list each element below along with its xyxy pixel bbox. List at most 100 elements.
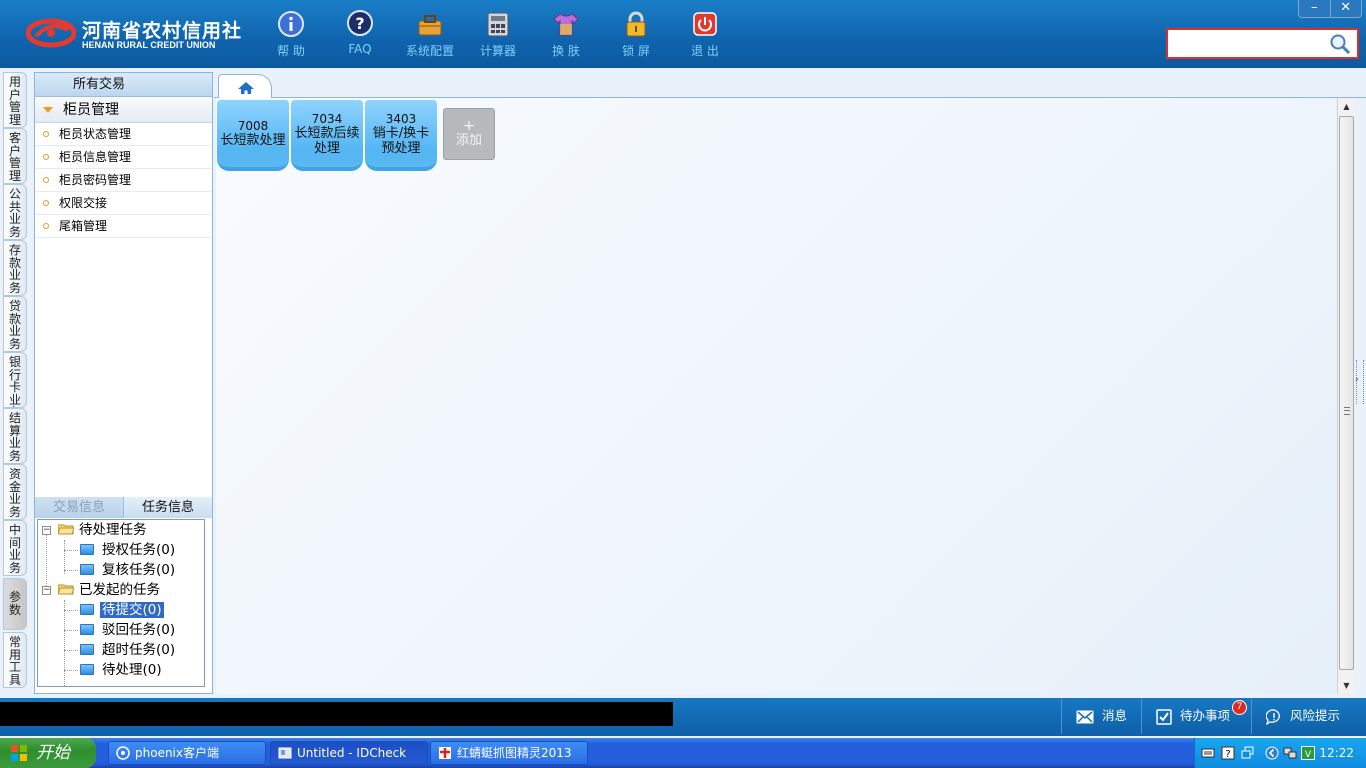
menu-item-tail-box[interactable]: 尾箱管理 [35,215,212,238]
vnav-parameters[interactable]: 参数 [3,578,27,630]
menu-item-label: 柜员密码管理 [59,173,132,187]
help-question-tray-icon[interactable]: ? [1221,746,1235,760]
calculator-label: 计算器 [479,44,516,58]
taskbar-item-label: 红蜻蜓抓图精灵2013 [457,746,572,760]
help-button[interactable]: 帮 助 [261,8,321,60]
svg-text:?: ? [355,14,364,33]
taskbar-item-idcheck[interactable]: Untitled - IDCheck [270,741,428,765]
vnav-settlement-business[interactable]: 结算业务 [3,408,27,464]
shortcut-tile-7008[interactable]: 7008 长短款处理 [217,100,289,171]
menu-item-teller-info[interactable]: 柜员信息管理 [35,146,212,169]
menu-item-permission-handover[interactable]: 权限交接 [35,192,212,215]
menu-item-label: 尾箱管理 [59,219,108,233]
teller-management-label: 柜员管理 [63,102,119,118]
tree-node-authorization-tasks[interactable]: 授权任务(0) [80,540,177,560]
tree-node-rejected-tasks[interactable]: 驳回任务(0) [80,620,177,640]
messages-button[interactable]: 消息 [1061,698,1141,734]
system-config-label: 系统配置 [405,44,454,58]
logout-label: 退 出 [691,44,719,58]
tab-home[interactable] [218,74,272,99]
tile-code: 7008 [237,119,269,133]
plus-icon: + [463,118,475,134]
teller-management-group[interactable]: 柜员管理 [35,97,212,123]
logo-chinese-name: 河南省农村信用社 [82,20,243,42]
risk-alert-button[interactable]: 风险提示 [1251,698,1366,734]
tree-node-to-process[interactable]: 待处理(0) [80,660,164,680]
tab-transaction-info[interactable]: 交易信息 [35,497,123,518]
vnav-bank-card-business[interactable]: 银行卡业务 [3,352,27,408]
faq-button[interactable]: ? FAQ [330,8,390,60]
tree-node-label: 待处理(0) [102,662,162,678]
taskbar-item-label: Untitled - IDCheck [297,746,407,760]
lock-screen-button[interactable]: 锁 屏 [606,8,666,60]
folder-open-icon [58,524,74,535]
search-input[interactable] [1172,34,1322,54]
taskbar-item-screenshot-tool[interactable]: 红蜻蜓抓图精灵2013 [430,741,588,765]
vnav-deposit-business[interactable]: 存款业务 [3,240,27,296]
status-bar: 消息 待办事项 7 风险提示 [0,698,1366,736]
collapse-toggle-pending[interactable]: − [42,526,51,535]
change-skin-button[interactable]: 换 肤 [536,8,596,60]
vnav-loan-business[interactable]: 贷款业务 [3,296,27,352]
network-icon[interactable] [1283,746,1297,760]
bullet-icon [43,200,49,206]
window-controls: – ✕ [1298,0,1362,18]
scroll-up-arrow-icon[interactable]: ▲ [1338,98,1355,115]
menu-item-label: 柜员状态管理 [59,127,132,141]
vnav-common-tools[interactable]: 常用工具 [3,632,27,688]
right-panel-expand-handle[interactable]: › [1355,360,1364,404]
tile-code: 7034 [311,112,343,126]
vnav-customer-management[interactable]: 客户管理 [3,128,27,184]
tab-task-info[interactable]: 任务信息 [123,497,212,518]
tree-node-to-submit[interactable]: 待提交(0) [80,600,164,620]
bullet-icon [43,223,49,229]
logo-english-name: HENAN RURAL CREDIT UNION [82,40,216,50]
todo-button[interactable]: 待办事项 7 [1141,698,1251,734]
collapse-toggle-initiated[interactable]: − [42,586,51,595]
system-clock: 12:22 [1319,746,1354,760]
vnav-user-management[interactable]: 用户管理 [3,72,27,128]
start-button[interactable]: 开始 [0,738,96,768]
scroll-thumb[interactable] [1339,116,1354,670]
vnav-public-business[interactable]: 公共业务 [3,184,27,240]
shortcut-tile-7034[interactable]: 7034 长短款后续处理 [291,100,363,171]
taskbar-item-phoenix[interactable]: phoenix客户端 [108,741,266,765]
search-icon[interactable] [1329,33,1351,55]
bullet-icon [43,154,49,160]
menu-item-teller-password[interactable]: 柜员密码管理 [35,169,212,192]
minimize-button[interactable]: – [1299,0,1330,17]
svg-text:V: V [1305,750,1312,760]
tree-node-label: 超时任务(0) [102,642,176,658]
task-leaf-icon [80,644,94,655]
chevron-left-icon[interactable] [1265,746,1279,760]
tree-node-initiated-tasks[interactable]: 已发起的任务 [58,580,162,600]
close-button[interactable]: ✕ [1329,0,1362,17]
menu-item-teller-status[interactable]: 柜员状态管理 [35,123,212,146]
home-icon [238,82,254,94]
tree-node-timeout-tasks[interactable]: 超时任务(0) [80,640,177,660]
calculator-button[interactable]: 计算器 [468,8,528,60]
question-icon: ? [347,10,373,36]
content-scrollbar[interactable]: ▲ ▼ [1337,98,1355,694]
vertical-nav: 用户管理 客户管理 公共业务 存款业务 贷款业务 银行卡业务 结算业务 资金业务… [0,68,32,698]
toolbox-icon [418,15,442,36]
shortcut-tile-3403[interactable]: 3403 销卡/换卡预处理 [365,100,437,171]
phoenix-app-icon [116,746,130,760]
logout-button[interactable]: 退 出 [675,8,735,60]
tree-node-label: 授权任务(0) [102,542,176,558]
all-transactions-title: 所有交易 [73,77,126,92]
keyboard-icon[interactable] [1201,746,1215,760]
vnav-intermediary-business[interactable]: 中间业务 [3,520,27,576]
add-shortcut-button[interactable]: + 添加 [443,108,495,160]
tree-node-label: 待提交(0) [100,602,164,618]
windows-flag-icon [11,745,27,761]
tree-node-review-tasks[interactable]: 复核任务(0) [80,560,177,580]
window-restore-icon[interactable] [1241,746,1255,760]
tree-node-pending-tasks[interactable]: 待处理任务 [58,520,149,540]
vnav-funds-business[interactable]: 资金业务 [3,464,27,520]
bullet-icon [43,131,49,137]
scroll-down-arrow-icon[interactable]: ▼ [1338,677,1355,694]
tile-name: 长短款后续处理 [294,126,360,156]
system-config-button[interactable]: 系统配置 [400,8,460,60]
vc-app-tray-icon[interactable]: V [1301,746,1315,760]
